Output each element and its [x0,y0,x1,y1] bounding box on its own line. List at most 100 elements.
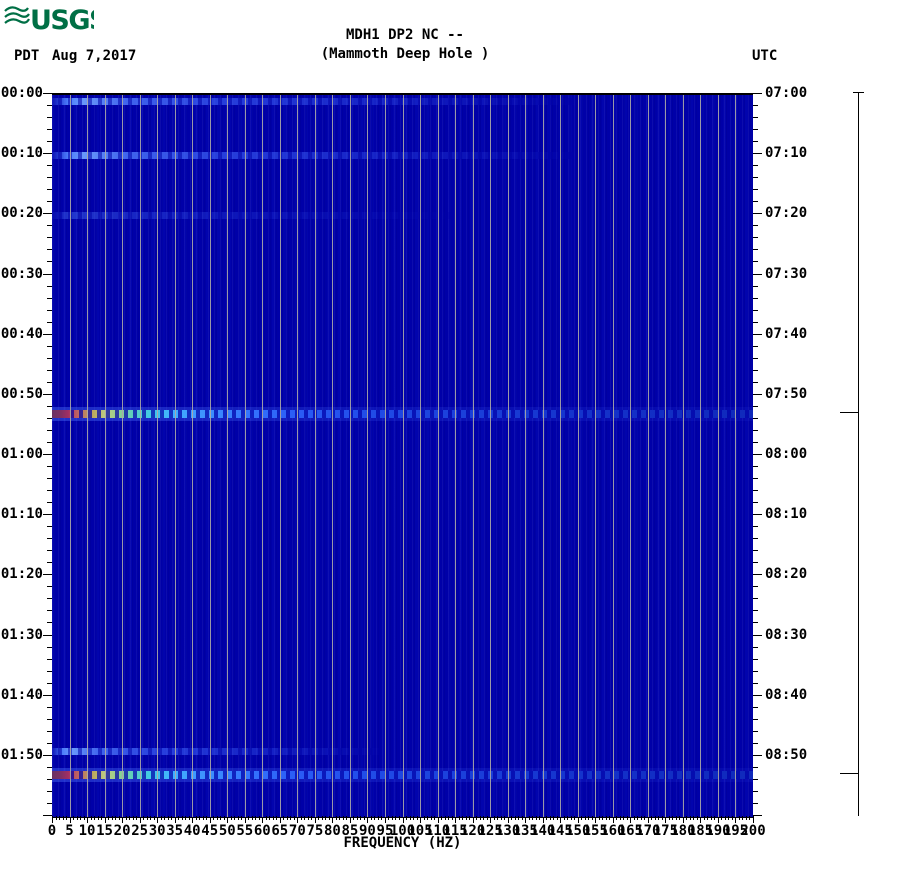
frequency-axis-tick [427,816,429,820]
frequency-axis-tick [321,816,323,820]
frequency-axis-tick [136,816,138,820]
frequency-gridline [209,95,211,817]
frequency-axis-tick [553,816,555,820]
frequency-axis-tick [199,816,201,820]
frequency-axis-tick [753,816,754,823]
frequency-gridline [525,95,527,817]
left-axis-tick [47,670,52,672]
wave-icon [4,6,30,24]
frequency-axis-tick [420,816,422,823]
frequency-axis-tick [616,816,618,820]
left-axis-tick [43,93,52,94]
frequency-axis-tick [87,816,89,823]
frequency-axis-tick [73,816,75,820]
frequency-axis-tick [591,816,593,820]
right-time-label: 07:50 [765,385,808,402]
frequency-axis-tick [213,816,215,820]
right-axis-tick [753,177,758,179]
frequency-axis-tick [735,816,737,823]
frequency-axis-tick [546,816,548,820]
frequency-axis-tick [518,816,520,820]
left-axis-tick [47,718,52,720]
right-axis-tick [753,417,758,419]
frequency-gridline [455,95,457,817]
scale-bar-event-tick [840,412,858,413]
right-axis-tick [753,345,758,347]
event-band [52,212,456,220]
left-axis-tick [47,646,52,648]
frequency-axis-tick [630,816,632,823]
left-axis-tick [47,802,52,804]
frequency-axis-tick [139,816,141,823]
frequency-axis-tick [325,816,327,820]
frequency-axis-tick [129,816,131,820]
left-axis-tick [47,526,52,528]
frequency-axis-tick [696,816,698,820]
frequency-axis-tick [360,816,362,820]
frequency-axis-tick [164,816,166,820]
left-axis-tick [47,790,52,792]
frequency-axis-tick [647,816,649,823]
frequency-gridline [367,95,369,817]
frequency-axis-tick [560,816,562,823]
frequency-gridline [314,95,316,817]
frequency-axis-tick [342,816,344,820]
right-axis-tick [753,478,758,480]
frequency-gridline [122,95,124,817]
frequency-axis-tick [612,816,614,823]
right-time-label: 08:20 [765,566,808,583]
frequency-axis-tick [469,816,471,820]
frequency-axis-tick [570,816,572,820]
frequency-axis-tick [455,816,457,823]
left-axis-tick [43,574,52,576]
frequency-gridline [560,95,562,817]
right-axis-tick [753,718,758,720]
left-axis-tick [47,321,52,323]
frequency-axis-tick [220,816,222,820]
frequency-axis-tick [644,816,646,820]
left-time-label: 01:40 [0,686,43,703]
right-axis-tick [753,393,762,395]
left-axis-tick [47,285,52,287]
frequency-axis-tick [339,816,341,820]
frequency-axis-tick [717,816,719,823]
usgs-logo-text: USGS [30,5,94,35]
frequency-gridline [437,95,439,817]
right-axis-tick [753,490,758,492]
frequency-axis-tick [304,816,306,820]
left-axis-tick [47,297,52,299]
frequency-axis-tick [104,816,106,823]
right-axis-tick [753,766,758,768]
frequency-axis-tick [563,816,565,820]
spectrogram-plot[interactable] [52,93,753,818]
frequency-axis-tick [434,816,436,820]
frequency-axis-tick [391,816,393,820]
frequency-axis-tick [160,816,162,820]
left-axis-tick [47,345,52,347]
left-axis-tick [47,658,52,660]
left-time-label: 00:00 [0,85,43,101]
right-axis-tick [753,165,758,167]
frequency-gridline [349,95,351,817]
frequency-axis-tick [651,816,653,820]
frequency-axis-tick [55,816,57,820]
frequency-axis-tick [483,816,485,820]
frequency-axis-tick [83,816,85,820]
right-axis-tick [753,754,762,756]
left-time-label: 00:10 [0,145,43,162]
frequency-axis-tick [728,816,730,820]
left-axis-tick [47,225,52,227]
frequency-axis-tick [251,816,253,820]
frequency-axis-tick [381,816,383,820]
frequency-axis-tick [52,816,53,823]
frequency-axis-tick [146,816,148,820]
frequency-gridline [227,95,229,817]
right-axis-tick [753,357,758,359]
right-axis-tick [753,129,758,131]
frequency-axis-tick [430,816,432,820]
frequency-axis-tick [297,816,299,823]
frequency-axis-tick [237,816,239,820]
frequency-axis-tick [640,816,642,820]
frequency-axis-tick [185,816,187,820]
left-axis-tick [47,706,52,708]
